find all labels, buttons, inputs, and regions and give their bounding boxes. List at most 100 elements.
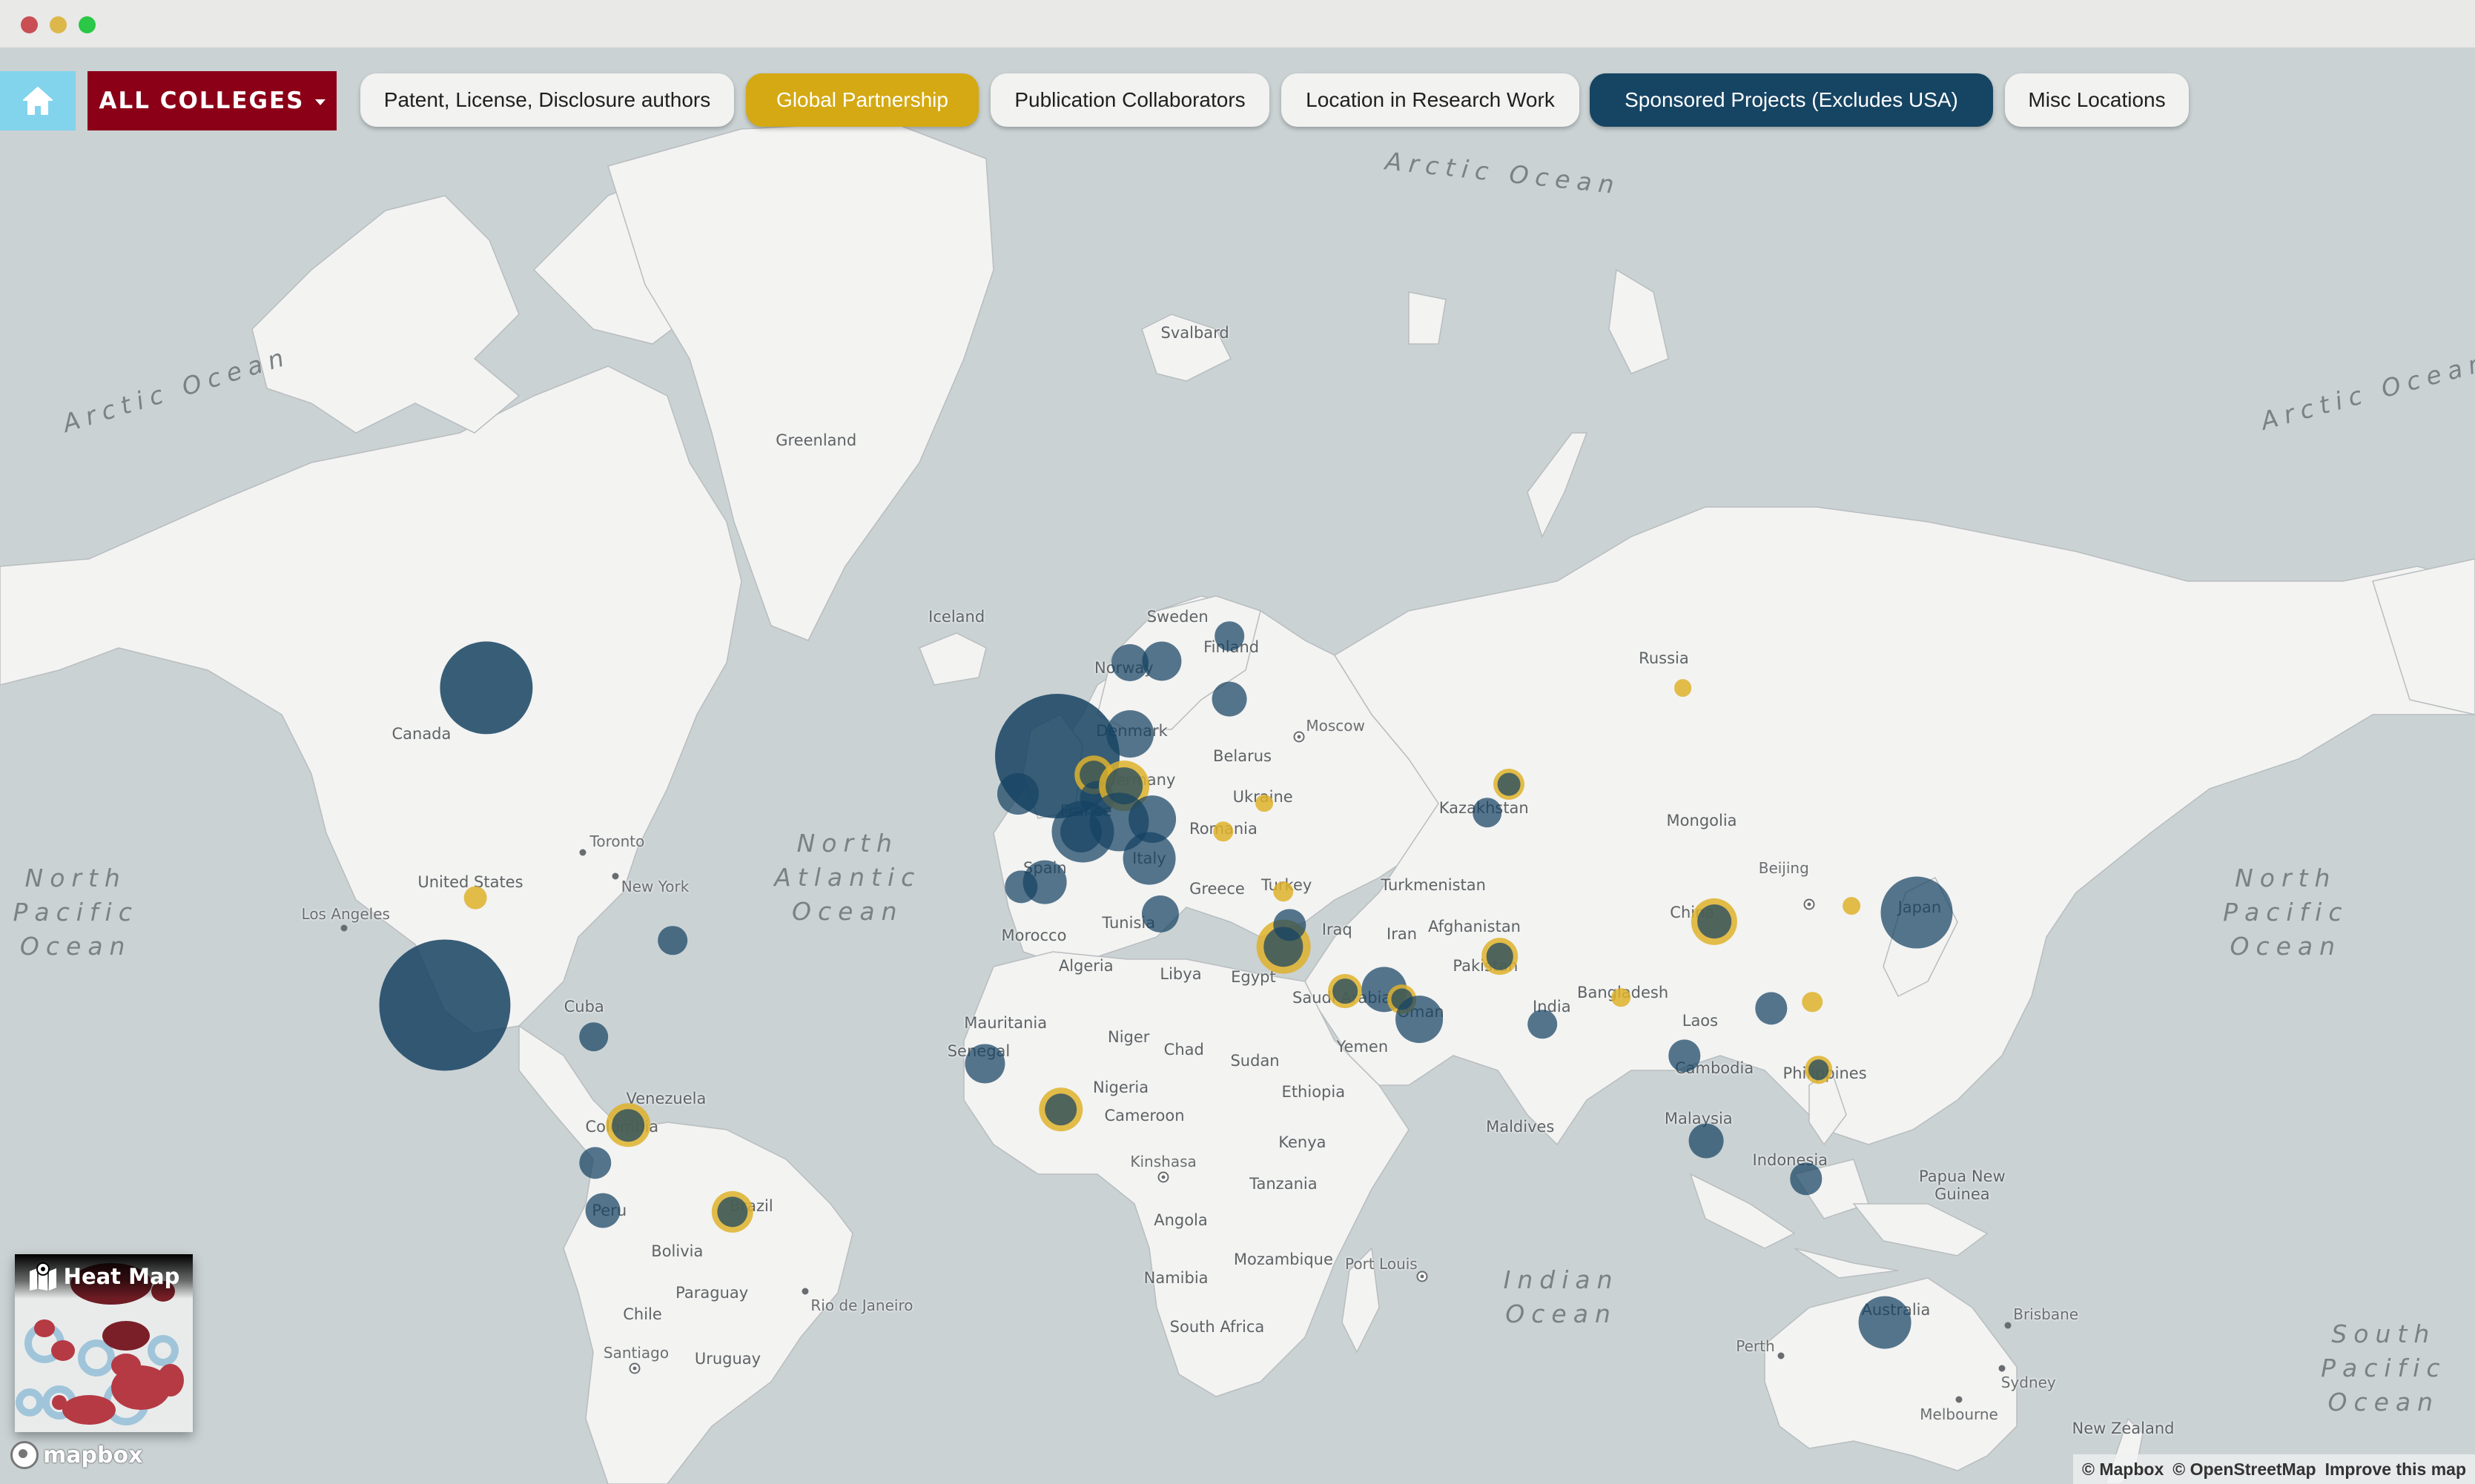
- sponsored-project-marker[interactable]: [1142, 641, 1182, 681]
- place-label: Mauritania: [964, 1013, 1048, 1032]
- close-window-button[interactable]: [21, 16, 38, 33]
- place-label: Sweden: [1146, 608, 1209, 626]
- layer-toggle-sponsored-projects[interactable]: Sponsored Projects (Excludes USA): [1590, 73, 1993, 127]
- college-selector-label: ALL COLLEGES: [99, 87, 305, 114]
- sponsored-project-marker[interactable]: [997, 772, 1040, 815]
- sponsored-project-marker[interactable]: [1472, 798, 1502, 828]
- sponsored-project-marker[interactable]: [585, 1193, 621, 1228]
- home-icon: [23, 87, 53, 115]
- sponsored-project-marker[interactable]: [1858, 1296, 1911, 1349]
- place-label: Cameroon: [1104, 1107, 1185, 1125]
- map-attribution: © Mapbox © OpenStreetMap Improve this ma…: [2073, 1454, 2475, 1484]
- mapbox-logo-icon: [10, 1441, 39, 1469]
- place-label: Turkmenistan: [1381, 876, 1486, 895]
- city-dot-icon: [1777, 1352, 1784, 1359]
- place-label: Greece: [1189, 879, 1245, 898]
- place-label: Egypt: [1231, 967, 1276, 986]
- sponsored-project-marker[interactable]: [1697, 904, 1731, 939]
- sponsored-project-marker[interactable]: [578, 1021, 609, 1052]
- sponsored-project-marker[interactable]: [658, 926, 687, 955]
- sponsored-project-marker[interactable]: [1497, 772, 1521, 796]
- layer-toggle-global-partnership[interactable]: Global Partnership: [746, 73, 979, 127]
- city-dot-icon: [2004, 1322, 2012, 1329]
- mapbox-logo[interactable]: mapbox: [10, 1441, 142, 1469]
- place-label: Port Louis: [1345, 1255, 1418, 1273]
- sponsored-project-marker[interactable]: [1880, 876, 1953, 949]
- place-label: Santiago: [603, 1343, 670, 1362]
- caret-down-icon: [314, 99, 326, 105]
- place-label: Libya: [1160, 964, 1202, 983]
- world-map[interactable]: Arctic Ocean Arctic Ocean Arctic Ocean Nort…: [0, 47, 2475, 1484]
- layer-toggle-publication-collaborators[interactable]: Publication Collaborators: [991, 73, 1269, 127]
- place-label: Chad: [1163, 1040, 1204, 1059]
- place-label: Namibia: [1143, 1269, 1209, 1288]
- global-partnership-marker[interactable]: [463, 887, 487, 910]
- sponsored-project-marker[interactable]: [379, 939, 511, 1071]
- maximize-window-button[interactable]: [79, 16, 96, 33]
- ocean-label: South Pacific Ocean: [2321, 1319, 2447, 1417]
- place-label: Uruguay: [694, 1350, 761, 1368]
- sponsored-project-marker[interactable]: [1689, 1123, 1724, 1159]
- place-label: Papua New Guinea: [1919, 1167, 2006, 1203]
- layer-toggle-location-in-research-work[interactable]: Location in Research Work: [1281, 73, 1579, 127]
- global-partnership-marker[interactable]: [1255, 794, 1274, 812]
- sponsored-project-marker[interactable]: [1527, 1009, 1557, 1039]
- global-partnership-marker[interactable]: [1673, 679, 1692, 698]
- sponsored-project-marker[interactable]: [1044, 1093, 1077, 1126]
- improve-map-link[interactable]: Improve this map: [2325, 1460, 2466, 1480]
- heat-map-title: Heat Map: [15, 1254, 193, 1299]
- sponsored-project-marker[interactable]: [1141, 895, 1179, 933]
- global-partnership-marker[interactable]: [1843, 897, 1861, 915]
- place-label: Mozambique: [1233, 1250, 1333, 1268]
- capital-city-icon: [1157, 1171, 1169, 1183]
- layer-toggle-label: Sponsored Projects (Excludes USA): [1625, 88, 1958, 111]
- sponsored-project-marker[interactable]: [612, 1109, 645, 1142]
- place-label: Maldives: [1486, 1118, 1555, 1136]
- sponsored-project-marker[interactable]: [965, 1044, 1005, 1084]
- openstreetmap-attribution-link[interactable]: © OpenStreetMap: [2172, 1460, 2316, 1480]
- city-dot-icon: [1998, 1365, 2006, 1372]
- college-selector-dropdown[interactable]: ALL COLLEGES: [87, 71, 337, 130]
- sponsored-project-marker[interactable]: [1106, 710, 1154, 758]
- place-label: Cuba: [564, 998, 604, 1016]
- mapbox-attribution-link[interactable]: © Mapbox: [2082, 1460, 2164, 1480]
- home-button[interactable]: [0, 71, 76, 130]
- sponsored-project-marker[interactable]: [1332, 978, 1358, 1004]
- place-label: Chile: [623, 1305, 662, 1324]
- sponsored-project-marker[interactable]: [1395, 996, 1443, 1044]
- place-label: Los Angeles: [301, 904, 390, 923]
- window-titlebar: [0, 0, 2475, 48]
- city-dot-icon: [802, 1288, 809, 1295]
- land-masses: [0, 121, 2475, 1484]
- capital-city-icon: [1803, 898, 1815, 910]
- place-label: Beijing: [1758, 858, 1809, 877]
- city-dot-icon: [612, 872, 619, 880]
- place-label: Tanzania: [1249, 1174, 1318, 1193]
- sponsored-project-marker[interactable]: [1215, 621, 1245, 651]
- place-label: Sudan: [1230, 1051, 1280, 1070]
- sponsored-project-marker[interactable]: [1212, 681, 1247, 717]
- place-label: Moscow: [1306, 717, 1365, 735]
- sponsored-project-marker[interactable]: [440, 641, 533, 735]
- place-label: Greenland: [776, 431, 857, 449]
- layer-toggle-patent-license-disclosure[interactable]: Patent, License, Disclosure authors: [360, 73, 734, 127]
- minimize-window-button[interactable]: [50, 16, 67, 33]
- sponsored-project-marker[interactable]: [1808, 1059, 1829, 1081]
- capital-city-icon: [1416, 1271, 1428, 1282]
- place-label: Yemen: [1336, 1037, 1389, 1056]
- place-label: South Africa: [1169, 1318, 1265, 1336]
- place-label: Venezuela: [626, 1089, 707, 1107]
- layer-toggle-misc-locations[interactable]: Misc Locations: [2005, 73, 2189, 127]
- place-label: Bolivia: [651, 1242, 704, 1261]
- capital-city-icon: [629, 1362, 641, 1374]
- city-dot-icon: [340, 924, 348, 932]
- city-dot-icon: [1955, 1396, 1963, 1403]
- global-partnership-marker[interactable]: [1611, 987, 1631, 1007]
- heat-map-toggle[interactable]: Heat Map: [15, 1254, 193, 1432]
- ocean-label: North Pacific Ocean: [13, 863, 139, 961]
- sponsored-project-marker[interactable]: [1123, 832, 1176, 885]
- place-label: Niger: [1108, 1027, 1150, 1046]
- place-label: Belarus: [1213, 746, 1272, 765]
- place-label: Svalbard: [1160, 324, 1229, 342]
- place-label: Perth: [1736, 1337, 1775, 1356]
